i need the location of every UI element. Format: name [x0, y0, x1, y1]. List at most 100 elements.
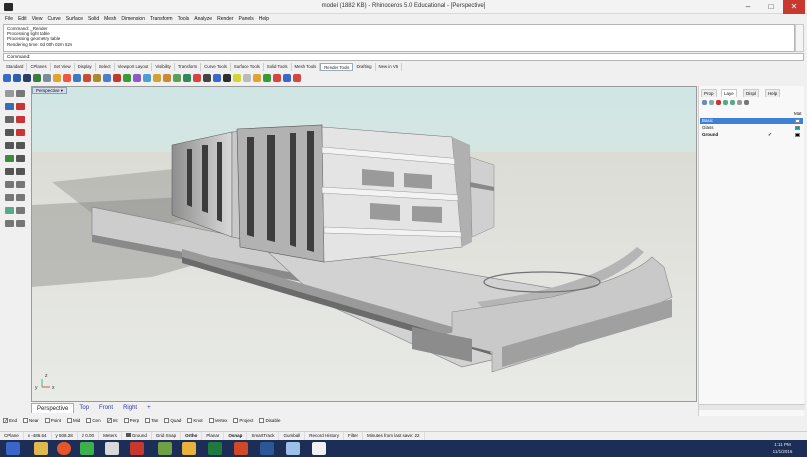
layer-row-glass[interactable]: Glass [700, 125, 803, 131]
render-tool-icon[interactable] [203, 73, 211, 82]
render-tool-icon[interactable] [293, 73, 301, 82]
new-sublayer-icon[interactable] [709, 99, 714, 105]
menu-solid[interactable]: Solid [88, 15, 99, 23]
toolbar-tab-curve-tools[interactable]: Curve Tools [201, 63, 231, 71]
osnap-mid[interactable]: Mid [67, 418, 80, 423]
layer-row-basic[interactable]: Basic [700, 118, 803, 124]
chrome-icon[interactable] [57, 442, 71, 455]
checkbox[interactable]: ✓ [106, 418, 112, 424]
checkbox[interactable] [23, 418, 29, 423]
toolbar-tab-render-tools[interactable]: Render Tools [320, 63, 354, 71]
left-tool-icon[interactable] [16, 168, 25, 175]
toolbar-tab-surface-tools[interactable]: Surface Tools [231, 63, 264, 71]
layer-row-ground[interactable]: Ground ✓ [700, 132, 803, 138]
app-icon-blue[interactable] [286, 442, 300, 455]
panel-horizontal-scrollbar[interactable] [699, 404, 805, 410]
render-tool-icon[interactable] [63, 73, 71, 82]
render-tool-icon[interactable] [33, 73, 41, 82]
layer-color-swatch[interactable] [795, 133, 800, 137]
delete-layer-icon[interactable] [716, 99, 721, 105]
tab-display[interactable]: Displ [743, 89, 760, 97]
toolbar-tab-transform[interactable]: Transform [175, 63, 202, 71]
checkbox[interactable] [208, 418, 214, 423]
toolbar-tab-standard[interactable]: Standard [3, 63, 28, 71]
left-tool-icon[interactable] [5, 194, 14, 201]
left-tool-icon[interactable] [5, 142, 14, 149]
render-tool-icon[interactable] [133, 73, 141, 82]
perspective-viewport[interactable]: z y x [31, 86, 697, 402]
toolbar-tab-viewport-layout[interactable]: Viewport Layout [115, 63, 153, 71]
toolbar-tab-display[interactable]: Display [75, 63, 96, 71]
render-tool-icon[interactable] [73, 73, 81, 82]
command-history-scrollbar[interactable] [795, 24, 804, 52]
render-tool-icon[interactable] [193, 73, 201, 82]
tab-properties[interactable]: Prop [701, 89, 717, 97]
menu-render[interactable]: Render [217, 15, 233, 23]
system-tray-clock[interactable]: 1:11 PM 11/1/2016 [760, 441, 805, 456]
render-tool-icon[interactable] [213, 73, 221, 82]
osnap-toggle[interactable]: Osnap [224, 432, 248, 440]
checkbox[interactable] [233, 418, 239, 423]
menu-mesh[interactable]: Mesh [104, 15, 116, 23]
menu-surface[interactable]: Surface [66, 15, 83, 23]
file-explorer-icon[interactable] [34, 442, 48, 455]
osnap-project[interactable]: Project [233, 418, 253, 423]
render-tool-icon[interactable] [113, 73, 121, 82]
left-tool-icon[interactable] [5, 220, 14, 227]
render-tool-icon[interactable] [13, 73, 21, 82]
left-tool-icon[interactable] [5, 155, 14, 162]
render-tool-icon[interactable] [93, 73, 101, 82]
osnap-vertex[interactable]: Vertex [208, 418, 227, 423]
view-tab-front[interactable]: Front [94, 403, 118, 413]
checkbox[interactable] [259, 418, 265, 423]
app-icon-green[interactable] [80, 442, 94, 455]
osnap-point[interactable]: Point [44, 418, 61, 423]
menu-panels[interactable]: Panels [239, 15, 254, 23]
menu-file[interactable]: File [5, 15, 13, 23]
app-icon-white[interactable] [312, 442, 326, 455]
rhino-taskbar-icon[interactable] [105, 442, 119, 455]
menu-transform[interactable]: Transform [150, 15, 173, 23]
checkbox[interactable] [164, 418, 170, 423]
new-layer-icon[interactable] [702, 99, 707, 105]
toolbar-tab-set-view[interactable]: Set View [51, 63, 75, 71]
acrobat-icon[interactable] [130, 442, 144, 455]
osnap-disable[interactable]: Disable [259, 418, 280, 423]
left-tool-icon[interactable] [16, 220, 25, 227]
menu-edit[interactable]: Edit [18, 15, 27, 23]
osnap-quad[interactable]: Quad [164, 418, 181, 423]
render-tool-icon[interactable] [243, 73, 251, 82]
powerpoint-icon[interactable] [234, 442, 248, 455]
view-tab-right[interactable]: Right [118, 403, 142, 413]
checkbox[interactable] [187, 418, 193, 423]
left-tool-icon[interactable] [5, 168, 14, 175]
view-tab-add[interactable]: + [142, 403, 156, 413]
app-icon-leaf[interactable] [158, 442, 172, 455]
render-tool-icon[interactable] [273, 73, 281, 82]
render-tool-icon[interactable] [53, 73, 61, 82]
toolbar-tab-select[interactable]: Select [96, 63, 115, 71]
menu-help[interactable]: Help [259, 15, 269, 23]
menu-tools[interactable]: Tools [178, 15, 190, 23]
left-tool-icon[interactable] [5, 103, 14, 110]
left-tool-icon[interactable] [16, 155, 25, 162]
left-tool-icon[interactable] [16, 194, 25, 201]
left-tool-icon[interactable] [5, 116, 14, 123]
left-tool-icon[interactable] [16, 142, 25, 149]
left-tool-icon[interactable] [5, 129, 14, 136]
toolbar-tab-solid-tools[interactable]: Solid Tools [264, 63, 292, 71]
filter-toggle[interactable]: Filter [344, 432, 364, 440]
render-tool-icon[interactable] [183, 73, 191, 82]
toolbar-tab-drafting[interactable]: Drafting [353, 63, 376, 71]
viewport-title-tab[interactable]: Perspective ▾ [32, 87, 68, 94]
render-tool-icon[interactable] [223, 73, 231, 82]
command-input[interactable]: Command: [3, 53, 804, 61]
render-tool-icon[interactable] [173, 73, 181, 82]
checkbox[interactable] [86, 418, 92, 423]
layer-color-swatch[interactable] [795, 119, 800, 123]
render-tool-icon[interactable] [163, 73, 171, 82]
render-tool-icon[interactable] [123, 73, 131, 82]
toolbar-tab-cplanes[interactable]: CPlanes [27, 63, 51, 71]
filter-icon[interactable] [737, 99, 742, 105]
minimize-button[interactable]: – [737, 0, 759, 14]
